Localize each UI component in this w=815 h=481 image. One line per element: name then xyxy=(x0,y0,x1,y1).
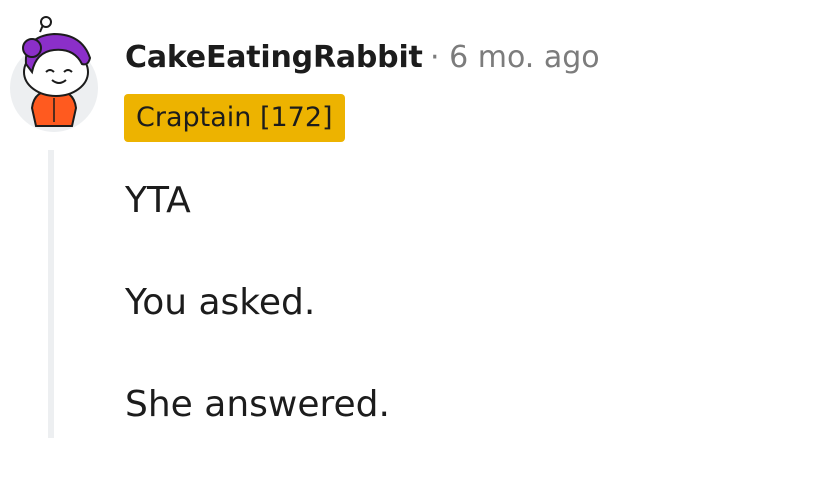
comment-paragraph: You asked. xyxy=(125,282,316,323)
comment-meta: · 6 mo. ago xyxy=(430,38,600,78)
comment-paragraph: She answered. xyxy=(125,384,390,425)
user-flair: Craptain [172] xyxy=(124,94,345,142)
comment-author[interactable]: CakeEatingRabbit xyxy=(125,38,423,78)
avatar[interactable] xyxy=(10,14,98,132)
comment-body: YTA You asked. She answered. xyxy=(125,175,390,481)
comment-timestamp[interactable]: 6 mo. ago xyxy=(449,40,600,75)
snoo-avatar-icon xyxy=(10,16,98,132)
comment-paragraph: YTA xyxy=(125,180,191,221)
meta-separator: · xyxy=(430,40,440,75)
thread-line[interactable] xyxy=(48,150,54,438)
